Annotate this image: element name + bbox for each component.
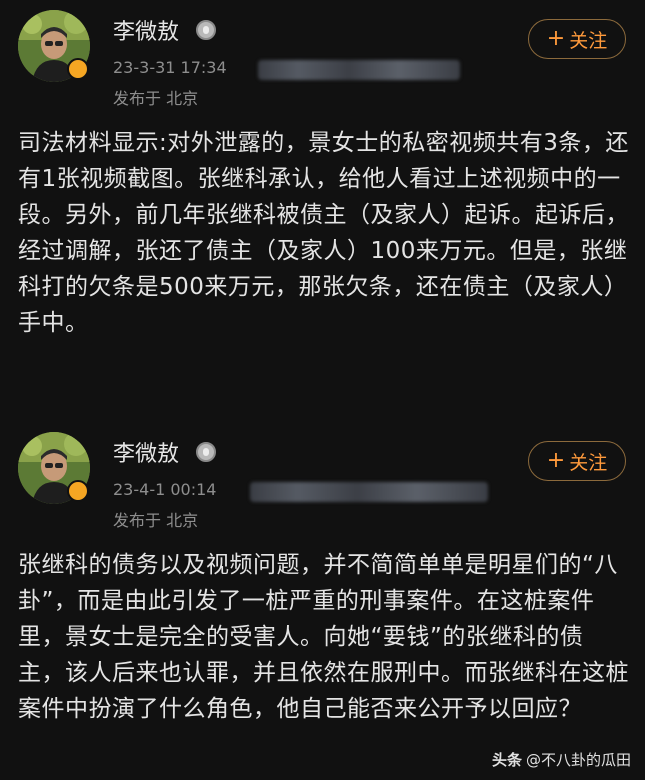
post-location: 发布于 北京 [113, 511, 199, 530]
blurred-source [250, 482, 488, 502]
post-timestamp: 23-4-1 00:14 [113, 480, 217, 499]
follow-button[interactable]: + 关注 [528, 19, 626, 59]
blurred-source [258, 60, 460, 80]
verified-badge-icon [67, 480, 89, 502]
author-name[interactable]: 李微敖 [113, 436, 179, 468]
verified-badge-icon [67, 58, 89, 80]
follow-label: 关注 [569, 29, 608, 52]
medal-icon [196, 442, 216, 462]
follow-label: 关注 [569, 451, 608, 474]
plus-icon: + [546, 448, 566, 473]
watermark-handle: @不八卦的瓜田 [525, 751, 631, 769]
medal-icon [196, 20, 216, 40]
post-timestamp: 23-3-31 17:34 [113, 58, 227, 77]
watermark: 头条 @不八卦的瓜田 [492, 749, 631, 770]
watermark-brand: 头条 [491, 751, 522, 769]
post-body: 司法材料显示:对外泄露的，景女士的私密视频共有3条，还有1张视频截图。张继科承认… [18, 130, 629, 336]
post-location: 发布于 北京 [113, 89, 199, 108]
plus-icon: + [546, 26, 566, 51]
follow-button[interactable]: + 关注 [528, 441, 626, 481]
author-name[interactable]: 李微敖 [113, 14, 179, 46]
post-body: 张继科的债务以及视频问题，并不简简单单是明星们的“八卦”，而是由此引发了一桩严重… [18, 552, 629, 722]
